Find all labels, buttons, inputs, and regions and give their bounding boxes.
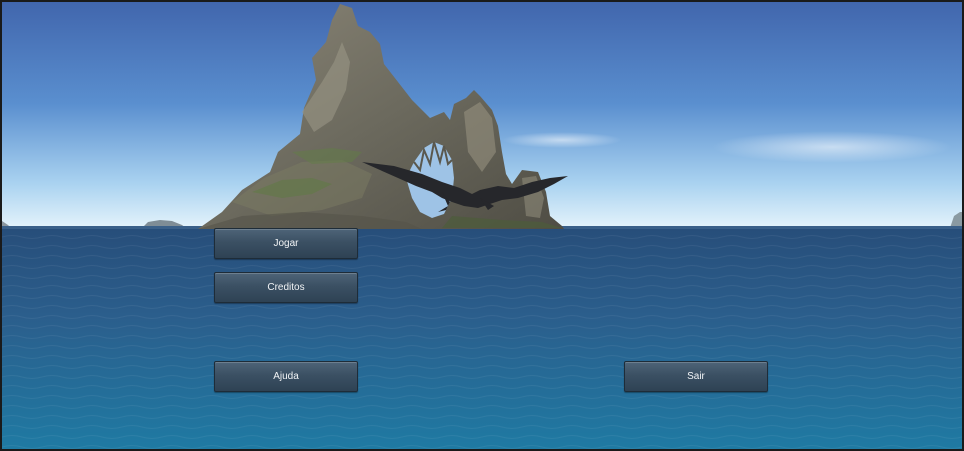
quit-button-label: Sair	[687, 371, 705, 382]
game-scene	[2, 2, 962, 449]
quit-button[interactable]: Sair	[624, 361, 768, 392]
cloud	[502, 132, 622, 148]
play-button-label: Jogar	[273, 238, 299, 249]
help-button[interactable]: Ajuda	[214, 361, 358, 392]
help-button-label: Ajuda	[273, 371, 299, 382]
credits-button[interactable]: Creditos	[214, 272, 358, 303]
sea-waves	[2, 228, 962, 449]
play-button[interactable]: Jogar	[214, 228, 358, 259]
credits-button-label: Creditos	[267, 282, 305, 293]
game-viewport: Jogar Creditos Ajuda Sair	[2, 2, 962, 449]
cloud	[712, 131, 952, 163]
